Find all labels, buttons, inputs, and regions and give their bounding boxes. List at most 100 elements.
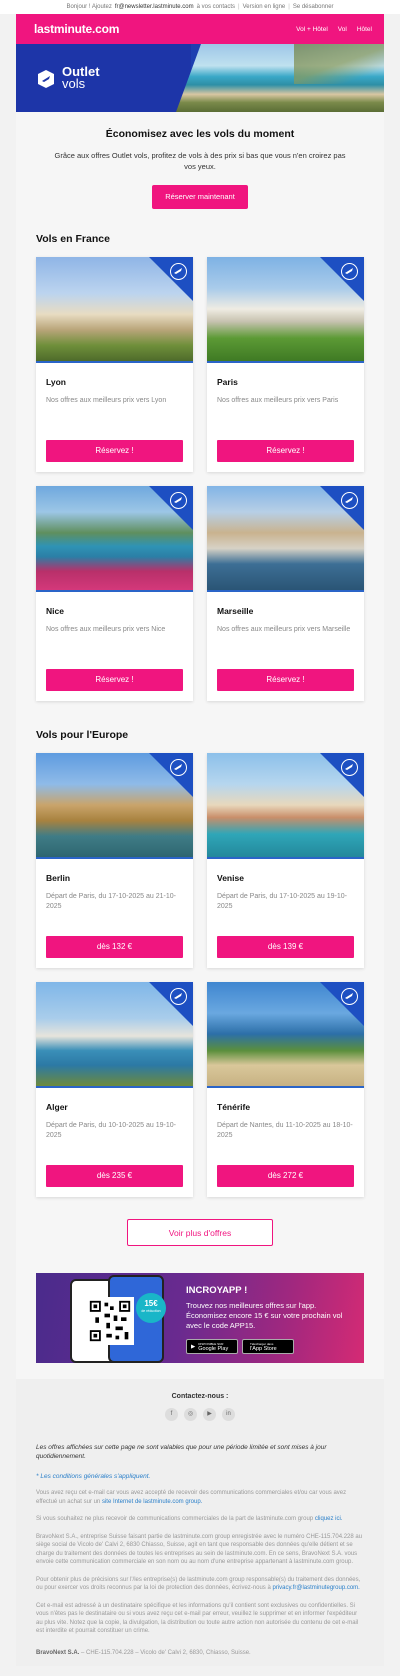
price-button[interactable]: dès 139 € <box>217 936 354 958</box>
card-city: Marseille <box>217 606 254 616</box>
plane-icon <box>170 263 187 280</box>
card-city: Alger <box>46 1102 68 1112</box>
deal-card-tenerife[interactable]: Ténérife Départ de Nantes, du 11-10-2025… <box>207 982 364 1197</box>
lyon-photo <box>36 257 193 363</box>
card-description: Nos offres aux meilleurs prix vers Nice <box>46 626 166 633</box>
conditions-link[interactable]: * Les conditions générales s'appliquent. <box>36 1473 364 1480</box>
card-description: Nos offres aux meilleurs prix vers Marse… <box>217 626 351 633</box>
card-description: Départ de Paris, du 10-10-2025 au 19-10-… <box>46 1122 176 1139</box>
social-links: f ◎ ▶ in <box>16 1408 384 1421</box>
price-button[interactable]: dès 132 € <box>46 936 183 958</box>
france-grid: Lyon Nos offres aux meilleurs prix vers … <box>36 257 364 701</box>
greeting-text: Bonjour ! Ajoutez <box>66 4 112 10</box>
app-store-button[interactable]: Télécharger dans l'App Store <box>242 1339 294 1354</box>
plane-icon <box>170 988 187 1005</box>
app-banner[interactable]: 15€ de réduction INCROYAPP ! Trouvez nos… <box>36 1273 364 1363</box>
online-version-link[interactable]: Version en ligne <box>243 4 286 10</box>
marseille-photo <box>207 486 364 592</box>
nav-vol-hotel[interactable]: Vol + Hôtel <box>296 26 328 33</box>
nav-vol[interactable]: Vol <box>338 26 347 33</box>
hero-photo <box>176 44 384 112</box>
book-button[interactable]: Réservez ! <box>46 440 183 462</box>
berlin-photo <box>36 753 193 859</box>
europe-grid: Berlin Départ de Paris, du 17-10-2025 au… <box>36 753 364 1197</box>
plane-icon <box>341 263 358 280</box>
card-description: Nos offres aux meilleurs prix vers Paris <box>217 397 339 404</box>
legal-paragraph: BravoNext S.A., entreprise Suisse faisan… <box>36 1533 363 1566</box>
nice-photo <box>36 486 193 592</box>
group-site-link[interactable]: site Internet de lastminute.com group. <box>102 1499 202 1505</box>
unsubscribe-here-link[interactable]: cliquez ici. <box>315 1516 343 1522</box>
instagram-icon[interactable]: ◎ <box>184 1408 197 1421</box>
company-address: BravoNext S.A. – CHE-115.704.228 – Vicol… <box>36 1649 251 1656</box>
hero-title: Outlet vols <box>62 64 100 91</box>
card-city: Nice <box>46 606 64 616</box>
header: lastminute.com Vol + Hôtel Vol Hôtel <box>16 14 384 44</box>
alger-photo <box>36 982 193 1088</box>
youtube-icon[interactable]: ▶ <box>203 1408 216 1421</box>
hero-banner[interactable]: Outlet vols <box>16 44 384 112</box>
legal-paragraph: Si vous souhaitez ne plus recevoir de co… <box>36 1516 343 1522</box>
legal-paragraph: Cet e-mail est adressé à un destinataire… <box>36 1602 359 1635</box>
outlet-plane-icon <box>38 70 54 88</box>
france-section-title: Vols en France <box>36 233 110 245</box>
deal-card-venise[interactable]: Venise Départ de Paris, du 17-10-2025 au… <box>207 753 364 968</box>
legal: Les offres affichées sur cette page ne s… <box>36 1443 364 1656</box>
plane-icon <box>170 759 187 776</box>
price-button[interactable]: dès 272 € <box>217 1165 354 1187</box>
deal-card-lyon[interactable]: Lyon Nos offres aux meilleurs prix vers … <box>36 257 193 472</box>
sender-email: fr@newsletter.lastminute.com <box>114 4 194 10</box>
limited-offers-note: Les offres affichées sur cette page ne s… <box>36 1444 327 1460</box>
book-button[interactable]: Réservez ! <box>217 669 354 691</box>
app-text: INCROYAPP ! Trouvez nos meilleures offre… <box>186 1285 356 1331</box>
qr-code-icon <box>86 1297 134 1345</box>
contact-label: Contactez-nous : <box>171 1393 229 1400</box>
unsubscribe-link[interactable]: Se désabonner <box>293 4 334 10</box>
card-description: Départ de Nantes, du 11-10-2025 au 18-10… <box>217 1122 353 1139</box>
book-now-button[interactable]: Réserver maintenant <box>152 185 248 209</box>
nav-hotel[interactable]: Hôtel <box>357 26 372 33</box>
deal-card-alger[interactable]: Alger Départ de Paris, du 10-10-2025 au … <box>36 982 193 1197</box>
book-button[interactable]: Réservez ! <box>217 440 354 462</box>
card-description: Départ de Paris, du 17-10-2025 au 19-10-… <box>217 893 347 910</box>
paris-photo <box>207 257 364 363</box>
footer: Contactez-nous : f ◎ ▶ in Les offres aff… <box>16 1379 384 1666</box>
plane-icon <box>341 988 358 1005</box>
venise-photo <box>207 753 364 859</box>
app-description: Trouvez nos meilleures offres sur l'app.… <box>186 1301 343 1330</box>
email-body: lastminute.com Vol + Hôtel Vol Hôtel Out… <box>16 14 384 1666</box>
card-description: Départ de Paris, du 17-10-2025 au 21-10-… <box>46 893 176 910</box>
plane-icon <box>341 759 358 776</box>
tenerife-photo <box>207 982 364 1088</box>
intro: Économisez avec les vols du moment Grâce… <box>16 112 384 209</box>
app-title: INCROYAPP ! <box>186 1285 248 1296</box>
privacy-email-link[interactable]: privacy.fr@lastminutegroup.com. <box>272 1585 359 1591</box>
plane-icon <box>341 492 358 509</box>
card-city: Venise <box>217 873 244 883</box>
google-play-button[interactable]: ▶ DISPONIBLE SUR Google Play <box>186 1339 238 1354</box>
card-city: Lyon <box>46 377 66 387</box>
intro-title: Économisez avec les vols du moment <box>105 128 295 140</box>
logo[interactable]: lastminute.com <box>34 22 119 36</box>
deal-card-nice[interactable]: Nice Nos offres aux meilleurs prix vers … <box>36 486 193 701</box>
europe-section-title: Vols pour l'Europe <box>36 729 129 741</box>
deal-card-marseille[interactable]: Marseille Nos offres aux meilleurs prix … <box>207 486 364 701</box>
more-offers-button[interactable]: Voir plus d'offres <box>127 1219 273 1246</box>
card-city: Paris <box>217 377 238 387</box>
legal-paragraph: Pour obtenir plus de précisions sur l'/l… <box>36 1576 361 1592</box>
price-button[interactable]: dès 235 € <box>46 1165 183 1187</box>
google-play-icon: ▶ <box>191 1343 196 1350</box>
facebook-icon[interactable]: f <box>165 1408 178 1421</box>
coupon-badge: 15€ de réduction <box>136 1293 166 1323</box>
card-city: Berlin <box>46 873 71 883</box>
card-description: Nos offres aux meilleurs prix vers Lyon <box>46 397 167 404</box>
deal-card-paris[interactable]: Paris Nos offres aux meilleurs prix vers… <box>207 257 364 472</box>
deal-card-berlin[interactable]: Berlin Départ de Paris, du 17-10-2025 au… <box>36 753 193 968</box>
top-nav: Vol + Hôtel Vol Hôtel <box>296 26 372 33</box>
legal-paragraph: Vous avez reçu cet e-mail car vous avez … <box>36 1490 347 1505</box>
book-button[interactable]: Réservez ! <box>46 669 183 691</box>
preheader: Bonjour ! Ajoutez fr@newsletter.lastminu… <box>0 0 400 14</box>
plane-icon <box>170 492 187 509</box>
to-contacts-text: à vos contacts <box>196 4 235 10</box>
linkedin-icon[interactable]: in <box>222 1408 235 1421</box>
